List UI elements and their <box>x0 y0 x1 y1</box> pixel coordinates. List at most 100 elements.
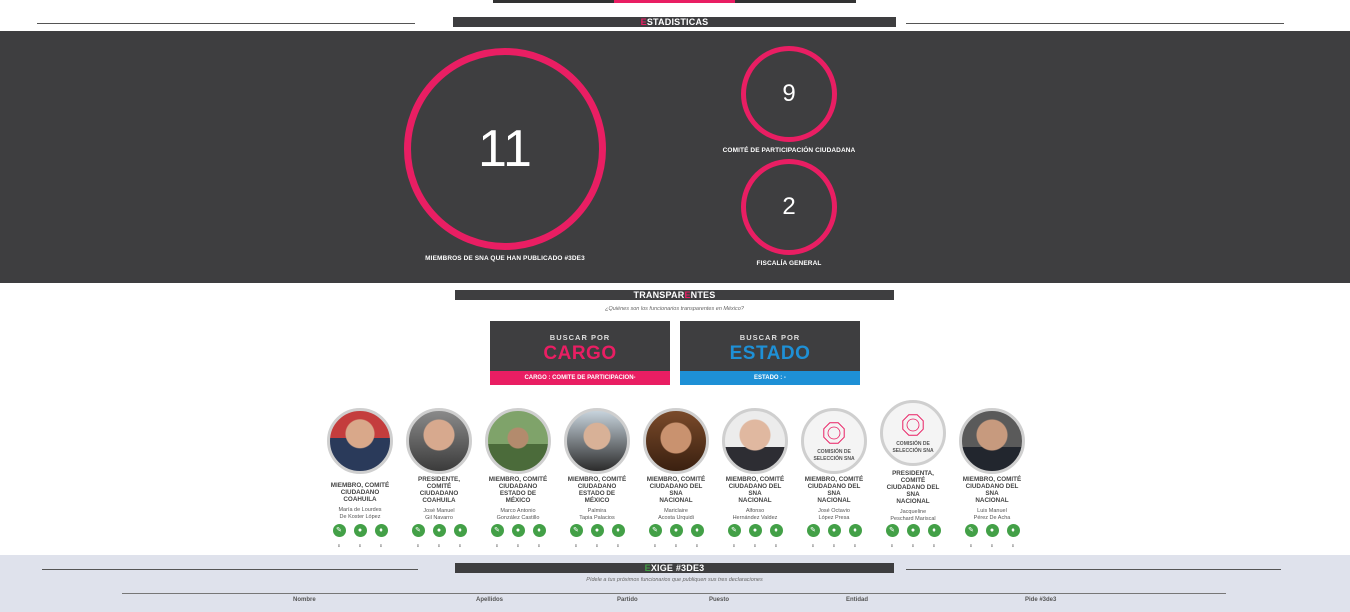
download-icon[interactable]: ⬇ <box>826 539 843 552</box>
pencil-icon[interactable]: ✎ ⬇ <box>490 524 504 548</box>
pencil-icon[interactable]: ✎ ⬇ <box>885 524 899 548</box>
chat-icon[interactable]: ● ⬇ <box>906 524 920 548</box>
download-icon[interactable]: ⬇ <box>373 539 390 552</box>
download-icon[interactable]: ⬇ <box>647 539 664 552</box>
pencil-icon[interactable]: ✎ ⬇ <box>332 524 346 548</box>
comision-seleccion-logo[interactable]: COMISIÓN DE SELECCIÓN SNA <box>801 408 867 474</box>
member-avatar[interactable] <box>485 408 551 474</box>
pencil-icon[interactable]: ✎ ⬇ <box>727 524 741 548</box>
member-card[interactable]: COMISIÓN DE SELECCIÓN SNA PRESIDENTA, COMIT… <box>873 400 953 554</box>
member-role-line: MÉXICO <box>584 497 610 504</box>
member-card[interactable]: COMISIÓN DE SELECCIÓN SNA MIEMBRO, COMITÉ C… <box>794 404 874 554</box>
chat-icon[interactable]: ● ⬇ <box>590 524 604 548</box>
member-role-line: CIUDADANO <box>498 483 538 490</box>
sna-emblem-icon <box>902 414 924 436</box>
download-icon[interactable]: ⬇ <box>747 539 764 552</box>
declaration-icons: ✎ ⬇ ● ⬇ ♦ ⬇ <box>557 524 637 548</box>
member-name[interactable]: Luis Manuel Pérez De Acha <box>952 508 1032 521</box>
member-name[interactable]: Jacqueline Peschard Mariscal <box>873 509 953 522</box>
member-avatar[interactable] <box>722 408 788 474</box>
download-icon[interactable]: ⬇ <box>668 539 685 552</box>
download-icon[interactable]: ⬇ <box>1005 539 1022 552</box>
declaration-icons: ✎ ⬇ ● ⬇ ♦ ⬇ <box>320 524 400 548</box>
pencil-icon[interactable]: ✎ ⬇ <box>411 524 425 548</box>
member-role-line: NACIONAL <box>975 497 1009 504</box>
download-icon[interactable]: ⬇ <box>589 539 606 552</box>
download-icon[interactable]: ⬇ <box>963 539 980 552</box>
column-nombre: Nombre <box>293 597 316 603</box>
drop-icon[interactable]: ♦ ⬇ <box>848 524 862 548</box>
member-name[interactable]: Marco Antonio González Castillo <box>478 508 558 521</box>
download-icon[interactable]: ⬇ <box>352 539 369 552</box>
member-card[interactable]: PRESIDENTE, COMITÉ CIUDADANO COAHUILA José M… <box>399 404 479 554</box>
download-icon[interactable]: ⬇ <box>926 539 943 552</box>
member-role-line: MÉXICO <box>505 497 531 504</box>
member-role-line: NACIONAL <box>896 498 930 505</box>
member-avatar[interactable] <box>327 408 393 474</box>
download-icon[interactable]: ⬇ <box>568 539 585 552</box>
declaration-icons: ✎ ⬇ ● ⬇ ♦ ⬇ <box>636 524 716 548</box>
member-card[interactable]: MIEMBRO, COMITÉ CIUDADANO DEL SNA NACIONAL M… <box>636 404 716 554</box>
download-icon[interactable]: ⬇ <box>410 539 427 552</box>
pencil-icon[interactable]: ✎ ⬇ <box>648 524 662 548</box>
member-name[interactable]: Palmira Tapia Palacios <box>557 508 637 521</box>
member-avatar[interactable] <box>406 408 472 474</box>
member-name[interactable]: José Manuel Gil Navarro <box>399 508 479 521</box>
download-icon[interactable]: ⬇ <box>331 539 348 552</box>
download-icon[interactable]: ⬇ <box>489 539 506 552</box>
member-card[interactable]: MIEMBRO, COMITÉ CIUDADANO ESTADO DE MÉXICO P… <box>557 404 637 554</box>
download-icon[interactable]: ⬇ <box>531 539 548 552</box>
pencil-icon[interactable]: ✎ ⬇ <box>569 524 583 548</box>
member-card[interactable]: MIEMBRO, COMITÉ CIUDADANO ESTADO DE MÉXICO M… <box>478 404 558 554</box>
member-card[interactable]: MIEMBRO, COMITÉ CIUDADANO DEL SNA NACIONAL A… <box>715 404 795 554</box>
download-icon[interactable]: ⬇ <box>726 539 743 552</box>
download-icon[interactable]: ⬇ <box>610 539 627 552</box>
cargo-filter-bar[interactable]: CARGO : COMITE DE PARTICIPACION- <box>490 371 670 385</box>
chat-icon[interactable]: ● ⬇ <box>669 524 683 548</box>
chat-icon[interactable]: ● ⬇ <box>353 524 367 548</box>
member-card[interactable]: MIEMBRO, COMITÉ CIUDADANO COAHUILA María de… <box>320 404 400 554</box>
download-icon[interactable]: ⬇ <box>452 539 469 552</box>
download-icon[interactable]: ⬇ <box>768 539 785 552</box>
chat-icon[interactable]: ● ⬇ <box>748 524 762 548</box>
download-icon[interactable]: ⬇ <box>984 539 1001 552</box>
estado-filter-bar[interactable]: ESTADO : - <box>680 371 860 385</box>
logo-text: COMISIÓN DE <box>896 441 930 447</box>
download-icon[interactable]: ⬇ <box>847 539 864 552</box>
member-avatar[interactable] <box>959 408 1025 474</box>
member-name[interactable]: Alfonso Hernández Valdez <box>715 508 795 521</box>
member-role-line: MIEMBRO, COMITÉ <box>962 476 1022 483</box>
chat-icon[interactable]: ● ⬇ <box>985 524 999 548</box>
download-icon[interactable]: ⬇ <box>689 539 706 552</box>
drop-icon[interactable]: ♦ ⬇ <box>532 524 546 548</box>
column-partido: Partido <box>617 597 638 603</box>
member-name-line: De Koster López <box>339 513 381 520</box>
member-name[interactable]: María de Lourdes De Koster López <box>320 507 400 520</box>
member-card[interactable]: MIEMBRO, COMITÉ CIUDADANO DEL SNA NACIONAL L… <box>952 404 1032 554</box>
drop-icon[interactable]: ♦ ⬇ <box>453 524 467 548</box>
member-role-line: CIUDADANO DEL <box>807 483 861 490</box>
pencil-icon[interactable]: ✎ ⬇ <box>806 524 820 548</box>
download-icon[interactable]: ⬇ <box>905 539 922 552</box>
member-name[interactable]: Mariclaire Acosta Urquidi <box>636 508 716 521</box>
drop-icon[interactable]: ♦ ⬇ <box>690 524 704 548</box>
chat-icon[interactable]: ● ⬇ <box>827 524 841 548</box>
drop-icon[interactable]: ♦ ⬇ <box>374 524 388 548</box>
member-avatar[interactable] <box>643 408 709 474</box>
download-icon[interactable]: ⬇ <box>431 539 448 552</box>
chat-icon[interactable]: ● ⬇ <box>432 524 446 548</box>
comision-seleccion-logo[interactable]: COMISIÓN DE SELECCIÓN SNA <box>880 400 946 466</box>
download-icon[interactable]: ⬇ <box>884 539 901 552</box>
download-icon[interactable]: ⬇ <box>805 539 822 552</box>
member-name[interactable]: José Octavio López Presa <box>794 508 874 521</box>
pencil-icon[interactable]: ✎ ⬇ <box>964 524 978 548</box>
download-icon[interactable]: ⬇ <box>510 539 527 552</box>
drop-icon[interactable]: ♦ ⬇ <box>1006 524 1020 548</box>
drop-icon[interactable]: ♦ ⬇ <box>611 524 625 548</box>
drop-icon[interactable]: ♦ ⬇ <box>927 524 941 548</box>
logo-text: SELECCIÓN SNA <box>892 448 934 454</box>
chat-icon[interactable]: ● ⬇ <box>511 524 525 548</box>
member-avatar[interactable] <box>564 408 630 474</box>
drop-icon[interactable]: ♦ ⬇ <box>769 524 783 548</box>
member-role-line: MIEMBRO, COMITÉ <box>488 476 548 483</box>
